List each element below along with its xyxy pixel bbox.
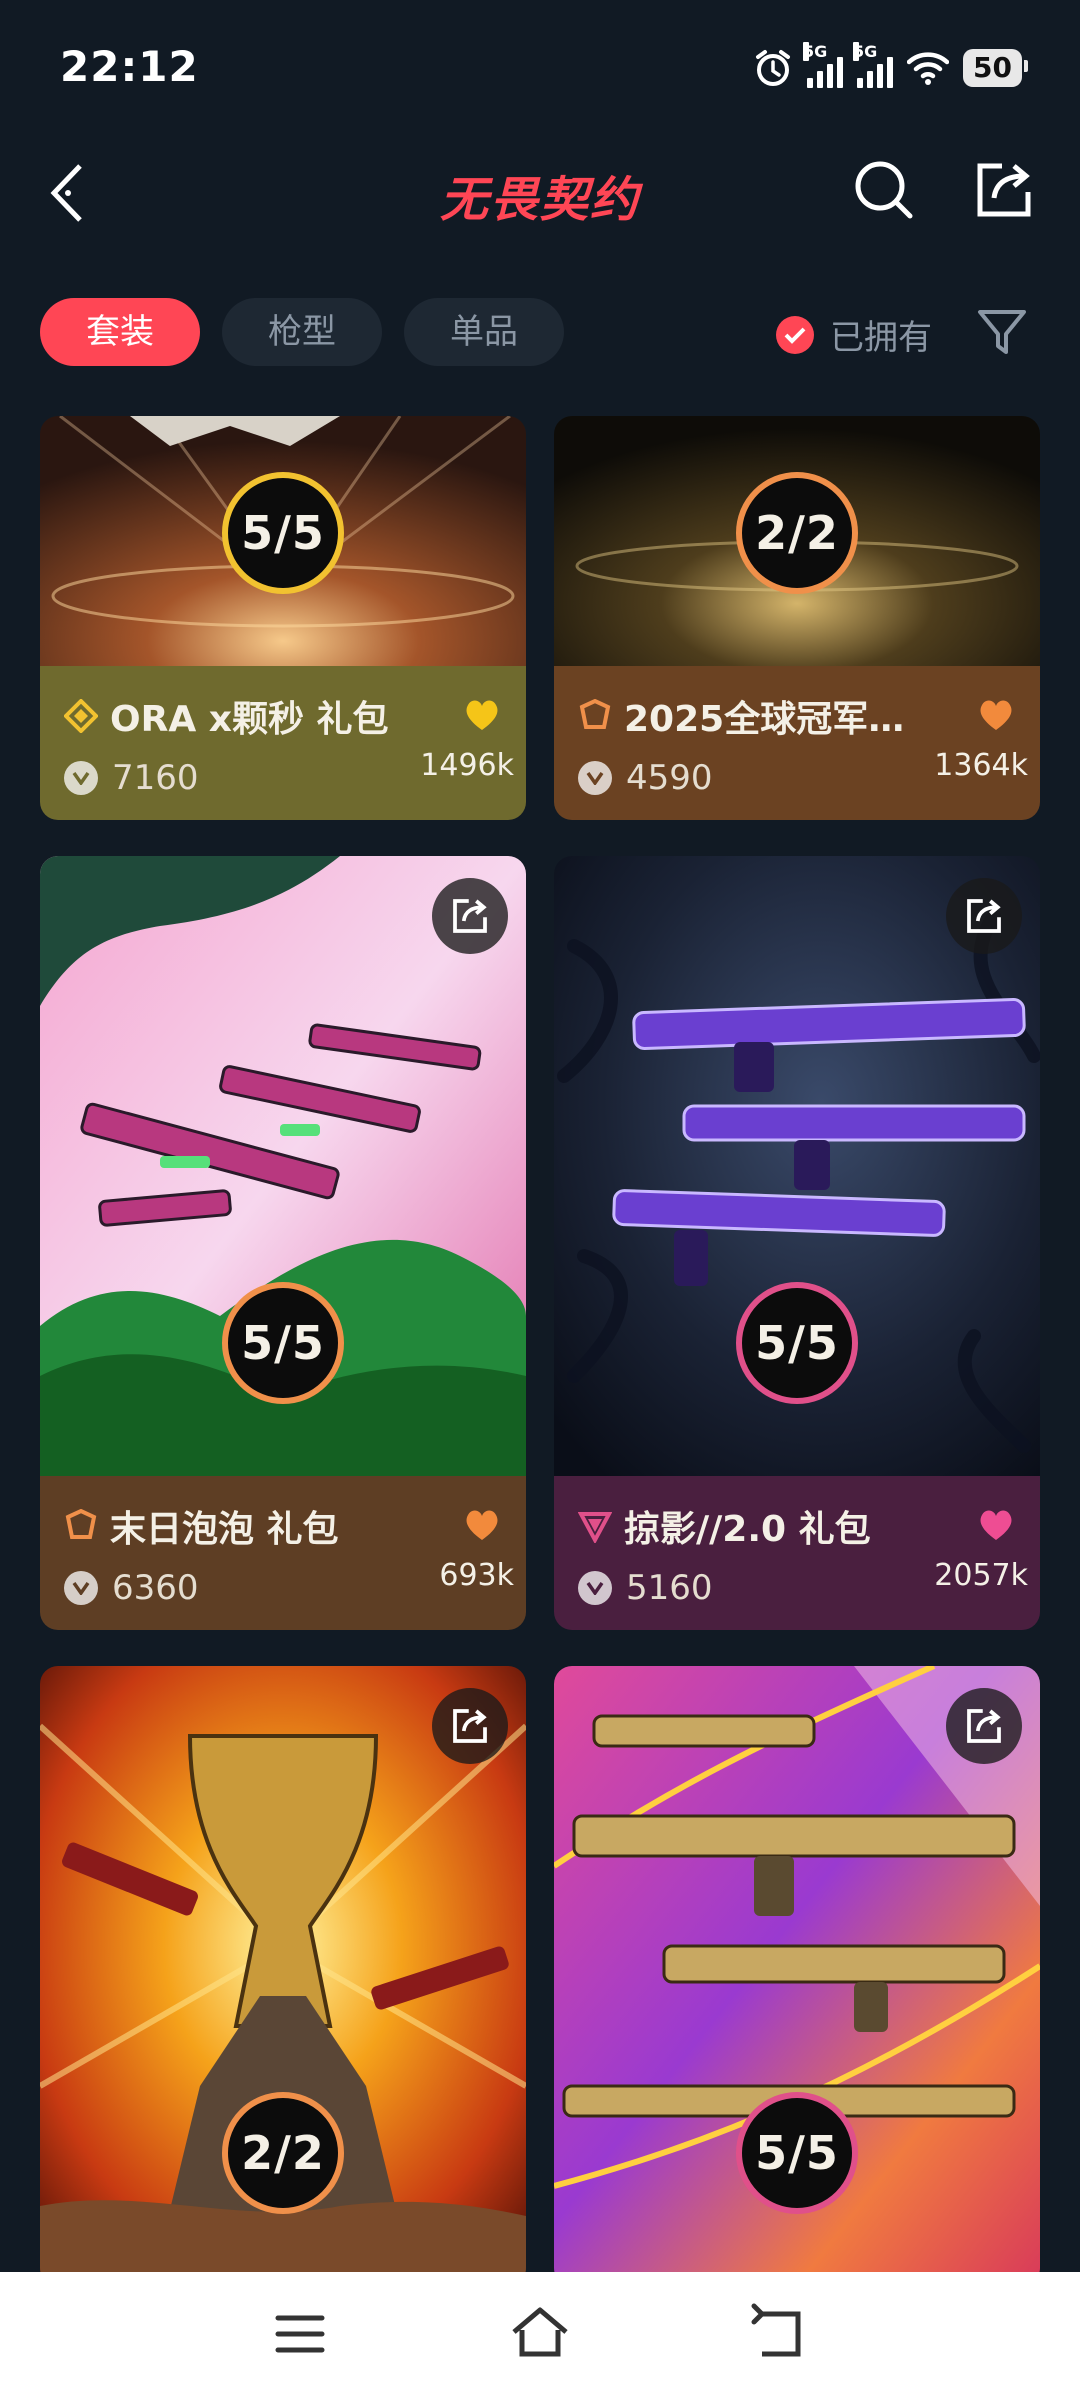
menu-icon[interactable]	[268, 2302, 332, 2366]
price-value: 4590	[626, 758, 713, 798]
heart-icon[interactable]	[462, 1504, 502, 1544]
network-type-label: 5G	[853, 42, 878, 61]
bundle-name: 2025全球冠军…	[624, 699, 905, 740]
bundle-grid: 5/5 ORA x颗秒 礼包 7160 1496k 2/2 2025全球冠军… …	[0, 416, 1080, 2272]
progress-text: 5/5	[241, 506, 325, 560]
filter-icon[interactable]	[976, 306, 1028, 358]
share-icon[interactable]	[972, 158, 1036, 222]
bundle-info: 2025全球冠军… 4590 1364k	[554, 666, 1040, 820]
network-type-label: 5G	[803, 42, 828, 61]
search-icon[interactable]	[852, 158, 916, 222]
progress-text: 5/5	[755, 1316, 839, 1370]
collection-progress-badge: 2/2	[736, 472, 858, 594]
vp-currency-icon	[578, 1571, 612, 1605]
bundle-price: 6360	[64, 1568, 199, 1608]
bundle-price: 7160	[64, 758, 199, 798]
bundle-name: 末日泡泡 礼包	[110, 1509, 339, 1550]
bundle-card[interactable]: 2/2	[40, 1666, 526, 2272]
checkbox-icon	[776, 315, 814, 354]
price-value: 6360	[112, 1568, 199, 1608]
bundle-name-row: 2025全球冠军…	[578, 690, 958, 742]
status-icons: 5G 5G 50	[753, 42, 1028, 90]
like-count: 1364k	[934, 748, 1028, 783]
price-value: 5160	[626, 1568, 713, 1608]
share-icon[interactable]	[946, 1688, 1022, 1764]
tier-icon	[578, 1512, 612, 1543]
bundle-price: 5160	[578, 1568, 713, 1608]
tab-single-items[interactable]: 单品	[404, 298, 564, 366]
wifi-icon	[907, 52, 950, 85]
bundle-name: 掠影//2.0 礼包	[624, 1509, 871, 1550]
bundle-name-row: 掠影//2.0 礼包	[578, 1500, 958, 1552]
progress-text: 5/5	[755, 2126, 839, 2180]
bundle-info: 掠影//2.0 礼包 5160 2057k	[554, 1476, 1040, 1630]
bundle-card[interactable]: 5/5 掠影//2.0 礼包 5160 2057k	[554, 856, 1040, 1630]
owned-label: 已拥有	[830, 318, 932, 358]
back-nav-icon[interactable]	[748, 2302, 812, 2366]
progress-text: 2/2	[241, 2126, 325, 2180]
share-icon[interactable]	[946, 878, 1022, 954]
bundle-name: ORA x颗秒 礼包	[110, 699, 389, 740]
tier-icon	[579, 699, 611, 729]
alarm-icon	[756, 50, 791, 86]
tab-weapon-type[interactable]: 枪型	[222, 298, 382, 366]
heart-icon[interactable]	[976, 694, 1016, 734]
status-time: 22:12	[60, 42, 199, 91]
bundle-info: 末日泡泡 礼包 6360 693k	[40, 1476, 526, 1630]
tier-icon	[64, 699, 98, 733]
tier-icon	[65, 1509, 97, 1539]
owned-toggle[interactable]: 已拥有	[776, 310, 932, 359]
like-count: 1496k	[420, 748, 514, 783]
progress-text: 5/5	[241, 1316, 325, 1370]
signal-icon: 5G	[853, 42, 894, 88]
progress-text: 2/2	[755, 506, 839, 560]
collection-progress-badge: 2/2	[222, 2092, 344, 2214]
app-title: 无畏契约	[439, 172, 640, 228]
vp-currency-icon	[578, 761, 612, 795]
app-header: 无畏契约	[0, 140, 1080, 240]
like-count: 693k	[439, 1558, 514, 1593]
bundle-card[interactable]: 5/5 末日泡泡 礼包 6360 693k	[40, 856, 526, 1630]
heart-icon[interactable]	[462, 694, 502, 734]
tab-bundles[interactable]: 套装	[40, 298, 200, 366]
collection-progress-badge: 5/5	[736, 1282, 858, 1404]
bundle-info: ORA x颗秒 礼包 7160 1496k	[40, 666, 526, 820]
status-bar: 22:12 5G 5G 50	[0, 0, 1080, 140]
bundle-card[interactable]: 5/5 ORA x颗秒 礼包 7160 1496k	[40, 416, 526, 820]
share-icon[interactable]	[432, 1688, 508, 1764]
home-icon[interactable]	[508, 2302, 572, 2366]
like-count: 2057k	[934, 1558, 1028, 1593]
bundle-card[interactable]: 2/2 2025全球冠军… 4590 1364k	[554, 416, 1040, 820]
battery-indicator: 50	[963, 49, 1028, 87]
bundle-name-row: ORA x颗秒 礼包	[64, 690, 444, 742]
system-nav-bar	[0, 2272, 1080, 2400]
collection-progress-badge: 5/5	[222, 1282, 344, 1404]
vp-currency-icon	[64, 761, 98, 795]
bundle-name-row: 末日泡泡 礼包	[64, 1500, 444, 1552]
collection-progress-badge: 5/5	[736, 2092, 858, 2214]
heart-icon[interactable]	[976, 1504, 1016, 1544]
collection-progress-badge: 5/5	[222, 472, 344, 594]
filter-bar: 套装 枪型 单品 已拥有	[0, 296, 1080, 370]
price-value: 7160	[112, 758, 199, 798]
bundle-card[interactable]: 5/5	[554, 1666, 1040, 2272]
share-icon[interactable]	[432, 878, 508, 954]
signal-icon: 5G	[803, 42, 844, 88]
vp-currency-icon	[64, 1571, 98, 1605]
bundle-price: 4590	[578, 758, 713, 798]
